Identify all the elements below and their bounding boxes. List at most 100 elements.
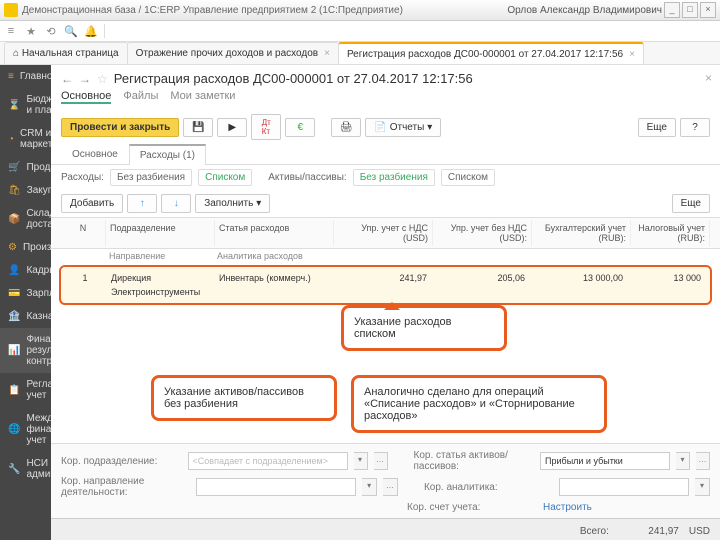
add-button[interactable]: Добавить: [61, 194, 123, 213]
panel-close-icon[interactable]: ×: [705, 71, 712, 85]
move-up-button[interactable]: ↑: [127, 194, 157, 213]
tab-register-label: Регистрация расходов ДС00-000001 от 27.0…: [347, 49, 623, 60]
sidebar-item-ifrs[interactable]: 🌐Международный финансовый учет: [0, 407, 51, 452]
fld-kor-st[interactable]: Прибыли и убытки: [540, 452, 670, 470]
filter-bar: Расходы: Без разбиения Списком Активы/па…: [51, 165, 720, 190]
sidebar-item-main[interactable]: ≡Главное: [0, 65, 51, 88]
cart-icon: 🛒: [8, 162, 20, 173]
back-icon[interactable]: ←: [61, 72, 73, 86]
max-icon[interactable]: □: [682, 2, 698, 18]
filter-no-split[interactable]: Без разбиения: [110, 169, 192, 186]
reports-label: Отчеты: [390, 122, 425, 133]
dtkt-button[interactable]: ДтКт: [251, 114, 281, 140]
post-and-close-button[interactable]: Провести и закрыть: [61, 118, 179, 137]
fld-kor-an[interactable]: [559, 478, 689, 496]
reports-button[interactable]: 📄Отчеты ▾: [365, 118, 441, 137]
post-button[interactable]: ▶: [217, 118, 247, 137]
doc-tabs: Основное Расходы (1): [51, 144, 720, 165]
sidebar-item-sales[interactable]: 🛒Продажи: [0, 156, 51, 179]
filter-list[interactable]: Списком: [198, 169, 252, 186]
annotation-analog: Аналогично сделано для операций «Списани…: [351, 375, 607, 433]
user-name[interactable]: Орлов Александр Владимирович: [507, 5, 662, 16]
move-down-button[interactable]: ↓: [161, 194, 191, 213]
bell-icon[interactable]: 🔔: [84, 24, 98, 38]
doc-tab-expenses[interactable]: Расходы (1): [129, 144, 206, 165]
sidebar-item-label: Бюджетирование и планирование: [26, 94, 51, 116]
subnav-files[interactable]: Файлы: [123, 90, 158, 104]
dropdown-icon[interactable]: ▾: [676, 452, 690, 470]
fld-kor-pod[interactable]: <Совпадает с подразделением>: [188, 452, 348, 470]
tab-reflect[interactable]: Отражение прочих доходов и расходов ×: [127, 42, 339, 64]
sidebar-item-production[interactable]: ⚙Производство: [0, 236, 51, 259]
dropdown-icon[interactable]: ▾: [695, 478, 710, 496]
tab-close-icon[interactable]: ×: [324, 48, 330, 59]
currency-button[interactable]: €: [285, 118, 315, 137]
sidebar: ≡Главное ⌛Бюджетирование и планирование …: [0, 65, 51, 540]
search-icon[interactable]: 🔍: [64, 24, 78, 38]
sidebar-item-hr[interactable]: 👤Кадры: [0, 259, 51, 282]
history-icon[interactable]: ⟲: [44, 24, 58, 38]
print-button[interactable]: 🖨: [331, 118, 361, 137]
piechart-icon: ◔: [8, 134, 14, 145]
open-icon[interactable]: …: [383, 478, 398, 496]
table-row[interactable]: 1 Дирекция Инвентарь (коммерч.) 241,97 2…: [63, 271, 708, 285]
close-icon[interactable]: ×: [700, 2, 716, 18]
open-icon[interactable]: …: [696, 452, 710, 470]
annotation-list: Указание расходов списком: [341, 305, 507, 351]
configure-link[interactable]: Настроить: [543, 502, 592, 513]
sidebar-item-warehouse[interactable]: 📦Склад и доставка: [0, 202, 51, 236]
sidebar-item-salary[interactable]: 💳Зарплата: [0, 282, 51, 305]
sidebar-item-label: Склад и доставка: [26, 208, 51, 230]
sidebar-item-label: Производство: [23, 242, 51, 253]
fill-button[interactable]: Заполнить ▾: [195, 194, 270, 213]
sidebar-item-label: Кадры: [26, 265, 51, 276]
col-n: N: [61, 220, 106, 246]
hourglass-icon: ⌛: [8, 100, 20, 111]
save-button[interactable]: 💾: [183, 118, 213, 137]
fld-kor-nap[interactable]: [196, 478, 356, 496]
sidebar-item-treasury[interactable]: 🏦Казначейство: [0, 305, 51, 328]
app-title: Демонстрационная база / 1С:ERP Управлени…: [22, 5, 403, 16]
dropdown-icon[interactable]: ▾: [354, 452, 368, 470]
more-button[interactable]: Еще: [638, 118, 676, 137]
min-icon[interactable]: _: [664, 2, 680, 18]
tab-home[interactable]: ⌂ Начальная страница: [4, 42, 128, 64]
forward-icon[interactable]: →: [79, 72, 91, 86]
sidebar-item-label: Зарплата: [26, 288, 51, 299]
lbl-kor-st: Кор. статья активов/пассивов:: [414, 450, 535, 472]
col-an: Аналитика расходов: [213, 249, 331, 263]
doc-tab-main[interactable]: Основное: [61, 144, 129, 164]
globe-icon: 🌐: [8, 424, 20, 435]
star-icon[interactable]: ★: [24, 24, 38, 38]
filter-assets-list[interactable]: Списком: [441, 169, 495, 186]
menu-icon[interactable]: ≡: [4, 24, 18, 38]
tab-close-icon[interactable]: ×: [629, 49, 635, 60]
cell-n: 1: [63, 271, 107, 285]
subnav-notes[interactable]: Мои заметки: [170, 90, 235, 104]
tab-register[interactable]: Регистрация расходов ДС00-000001 от 27.0…: [338, 42, 644, 64]
chart-icon: 📊: [8, 345, 20, 356]
subnav-main[interactable]: Основное: [61, 90, 111, 104]
sidebar-item-purchase[interactable]: 🛍Закупки: [0, 179, 51, 202]
page-subnav: Основное Файлы Мои заметки: [51, 88, 720, 110]
placeholder-text: <Совпадает с подразделением>: [193, 456, 328, 466]
sidebar-item-budget[interactable]: ⌛ Бюджетирование и планирование: [0, 88, 51, 122]
cell-st: Инвентарь (коммерч.): [215, 271, 333, 285]
sidebar-item-finresult[interactable]: 📊 Финансовый результат и контроллинг: [0, 328, 51, 373]
filter-assets-no-split[interactable]: Без разбиения: [353, 169, 435, 186]
wrench-icon: 🔧: [8, 464, 20, 475]
total-value: 241,97: [619, 526, 679, 537]
sidebar-item-label: Казначейство: [26, 311, 51, 322]
col-v1: Упр. учет с НДС (USD): [334, 220, 433, 246]
favorite-icon[interactable]: ☆: [97, 72, 108, 86]
sidebar-item-regaccount[interactable]: 📋Регламентированный учет: [0, 373, 51, 407]
help-button[interactable]: ?: [680, 118, 710, 137]
col-v2: Упр. учет без НДС (USD):: [433, 220, 532, 246]
tab-reflect-label: Отражение прочих доходов и расходов: [136, 48, 319, 59]
table-more-button[interactable]: Еще: [672, 194, 710, 213]
sidebar-item-crm[interactable]: ◔CRM и маркетинг: [0, 122, 51, 156]
dropdown-icon[interactable]: ▾: [362, 478, 377, 496]
open-icon[interactable]: …: [374, 452, 388, 470]
sidebar-item-admin[interactable]: 🔧НСИ и администрирование: [0, 452, 51, 486]
sidebar-item-label: Финансовый результат и контроллинг: [26, 334, 51, 367]
